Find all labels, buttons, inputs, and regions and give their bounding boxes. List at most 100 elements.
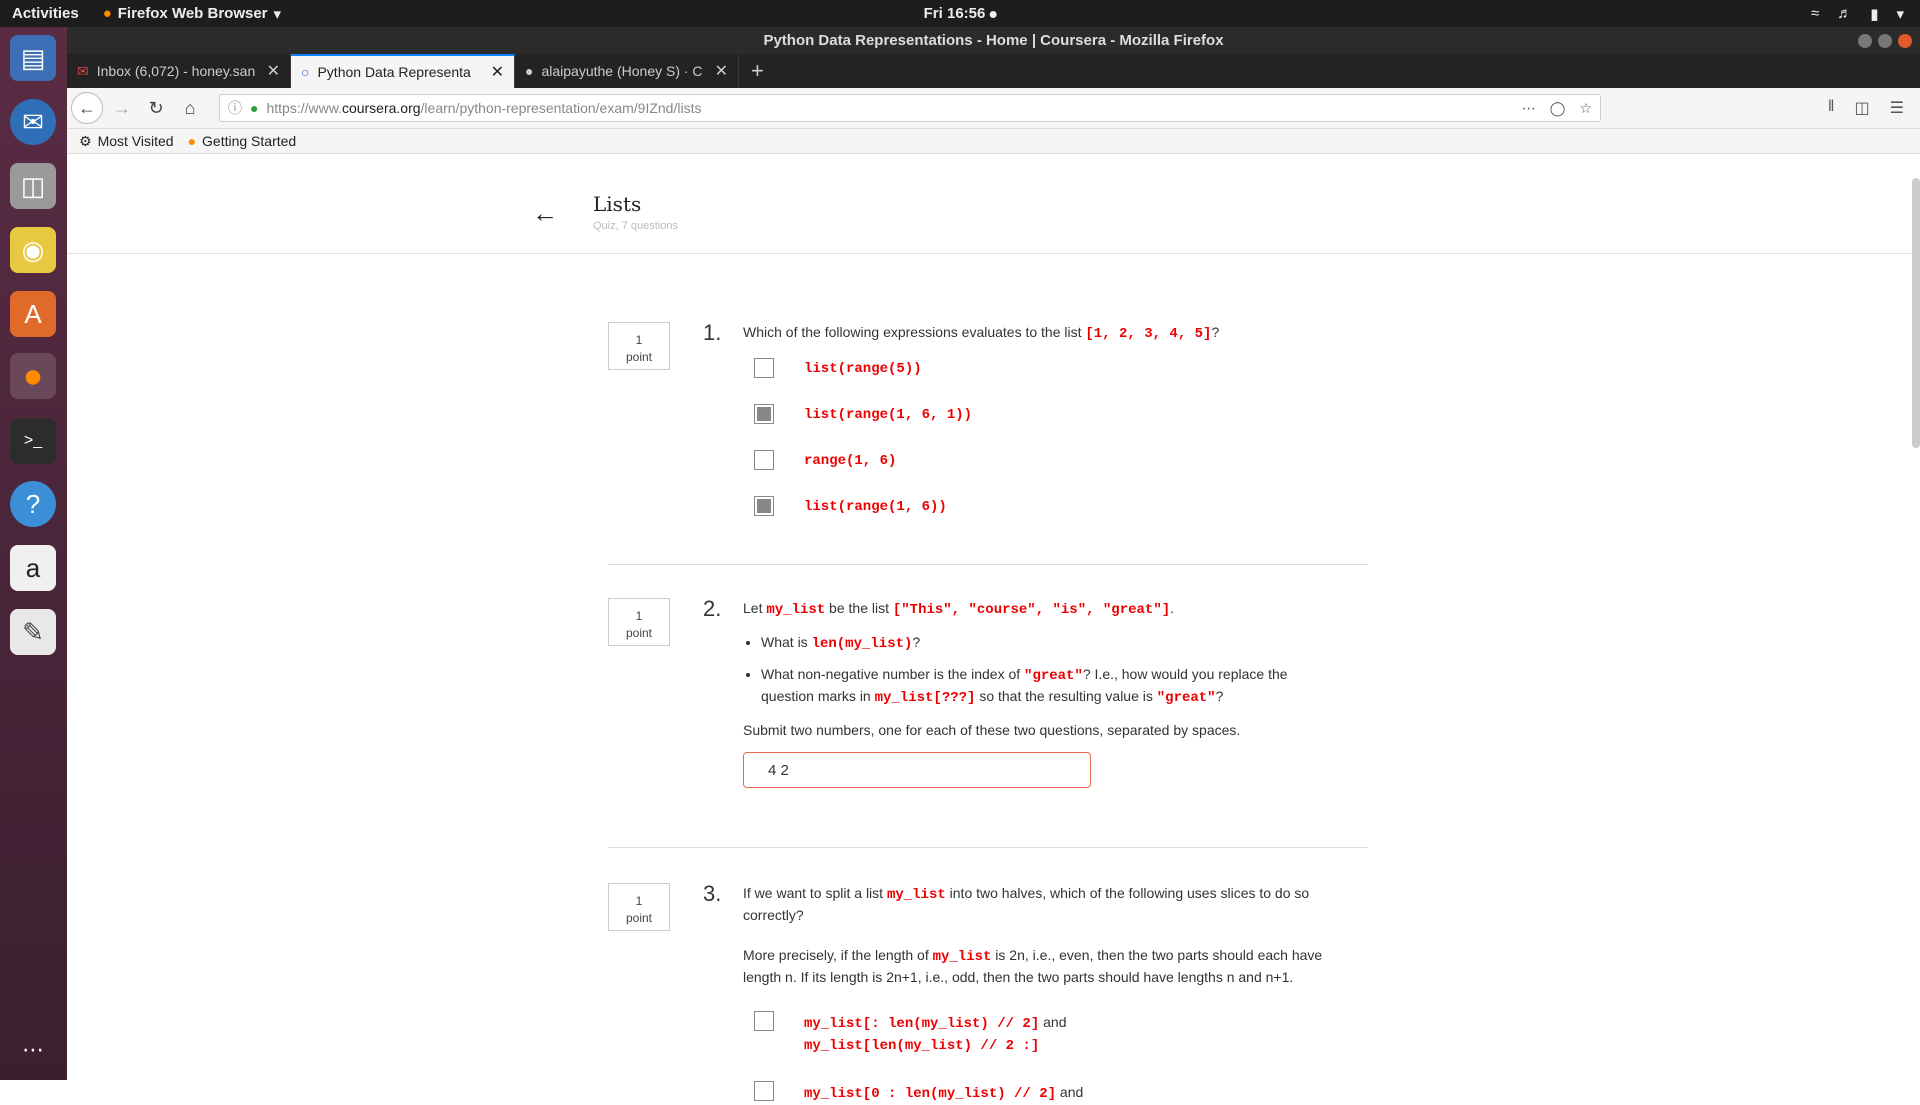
minimize-icon[interactable] (1858, 33, 1872, 48)
point-label: point (625, 911, 653, 925)
option-1[interactable]: my_list[: len(my_list) // 2] and my_list[… (743, 1011, 1323, 1057)
url-text[interactable]: https://www.coursera.org/learn/python-re… (266, 100, 1513, 116)
back-button[interactable]: ← (71, 92, 103, 124)
page-actions-icon[interactable]: ⋯ (1522, 100, 1536, 117)
checkbox[interactable] (754, 496, 774, 516)
url-prefix: https://www. (266, 100, 342, 116)
info-icon[interactable]: ⓘ (228, 98, 242, 118)
pocket-icon[interactable]: ◯ (1550, 100, 1566, 117)
text-part: Let (743, 600, 767, 616)
option-1[interactable]: list(range(5)) (743, 358, 1323, 380)
wifi-icon: ≈ (1810, 5, 1820, 22)
text-part: What is (761, 634, 812, 650)
url-domain: coursera.org (341, 100, 421, 116)
close-window-icon[interactable] (1898, 33, 1912, 48)
software-center-icon[interactable]: A (10, 291, 56, 337)
sidebar-icon[interactable]: ◫ (1855, 98, 1870, 118)
quiz-title: Lists (593, 192, 642, 216)
tab-label: Inbox (6,072) - honey.san (96, 63, 256, 79)
terminal-icon[interactable]: >_ (10, 418, 56, 464)
option-2[interactable]: list(range(1, 6, 1)) (743, 404, 1323, 426)
navigation-bar: ← → ↻ ⌂ ⓘ ● https://www.coursera.org/lea… (67, 88, 1920, 129)
checkbox[interactable] (754, 1081, 774, 1101)
checkbox[interactable] (754, 1011, 774, 1031)
code-part: my_list[0 : len(my_list) // 2] (804, 1086, 1057, 1102)
tab-label: Python Data Representa (317, 64, 471, 80)
question-text: Which of the following expressions evalu… (743, 322, 1323, 344)
window-titlebar: Python Data Representations - Home | Cou… (67, 27, 1920, 54)
option-4[interactable]: list(range(1, 6)) (743, 496, 1323, 518)
system-tray[interactable]: ≈ ♬ ▮ ▾ (1811, 5, 1904, 23)
clock[interactable]: Fri 16:56 (924, 5, 997, 22)
text-editor-icon[interactable]: ✎ (10, 609, 56, 655)
bookmark-most-visited[interactable]: ⚙ Most Visited (79, 133, 174, 150)
activities-button[interactable]: Activities (12, 5, 79, 22)
point-number: 1 (635, 333, 643, 347)
page-scrollbar[interactable] (1912, 178, 1920, 448)
volume-icon: ♬ (1837, 5, 1853, 22)
text-part: and (1039, 1014, 1067, 1030)
app-launcher: ▤ ✉ ◫ ◉ A ● >_ ? a ✎ ⋯ (0, 27, 67, 1080)
close-tab-icon[interactable]: ✕ (715, 61, 728, 81)
system-menu-caret-icon: ▾ (1896, 5, 1904, 23)
library-icon[interactable]: ‖ (1828, 98, 1835, 118)
sub-questions: What is len(my_list)? What non-negative … (743, 632, 1323, 708)
option-label: list(range(5)) (804, 361, 922, 377)
point-box: 1 point (608, 598, 670, 646)
checkbox[interactable] (754, 450, 774, 470)
code-part: my_list (886, 887, 946, 903)
tab-inbox[interactable]: ✉ Inbox (6,072) - honey.san ✕ (67, 54, 291, 88)
new-tab-button[interactable]: + (739, 54, 776, 88)
back-arrow-icon[interactable]: ← (532, 198, 558, 229)
point-label: point (625, 626, 653, 640)
forward-button[interactable]: → (107, 93, 137, 123)
clock-label: Fri 16:56 (923, 5, 986, 22)
question-text: If we want to split a list my_list into … (743, 883, 1323, 925)
show-applications-icon[interactable]: ⋯ (10, 1027, 56, 1073)
checkbox[interactable] (754, 358, 774, 378)
close-tab-icon[interactable]: ✕ (491, 62, 504, 82)
tab-github[interactable]: ● alaipayuthe (Honey S) · C ✕ (515, 54, 739, 88)
url-bar[interactable]: ⓘ ● https://www.coursera.org/learn/pytho… (219, 94, 1601, 122)
close-tab-icon[interactable]: ✕ (267, 61, 280, 81)
firefox-icon: ● (102, 5, 112, 22)
question-number: 3. (703, 881, 722, 906)
hamburger-menu-icon[interactable]: ☰ (1890, 98, 1904, 118)
amazon-icon[interactable]: a (10, 545, 56, 591)
files-icon[interactable]: ◫ (10, 163, 56, 209)
app-menu[interactable]: ● Firefox Web Browser ▾ (103, 5, 281, 23)
text-part: If we want to split a list (743, 885, 887, 901)
checkbox[interactable] (754, 404, 774, 424)
reload-button[interactable]: ↻ (141, 93, 171, 123)
thunderbird-icon[interactable]: ✉ (10, 99, 56, 145)
bookmark-getting-started[interactable]: ● Getting Started (188, 133, 297, 149)
help-icon[interactable]: ? (10, 481, 56, 527)
question-body: Which of the following expressions evalu… (743, 322, 1323, 518)
point-box: 1 point (608, 322, 670, 370)
page-content: ← Lists Quiz, 7 questions 1 point 1. Whic… (67, 178, 1920, 1102)
text-part: ? (912, 634, 921, 650)
option-3[interactable]: range(1, 6) (743, 450, 1323, 472)
maximize-icon[interactable] (1878, 33, 1892, 48)
caret-down-icon: ▾ (273, 5, 282, 23)
text-part: and (1056, 1084, 1084, 1100)
home-button[interactable]: ⌂ (175, 93, 205, 123)
firefox-launcher-icon[interactable]: ● (10, 353, 56, 399)
code-part: "great" (1156, 690, 1216, 706)
answer-input[interactable] (743, 752, 1091, 788)
option-label: my_list[0 : len(my_list) // 2] and (804, 1081, 1083, 1105)
code-part: my_list[???] (874, 690, 976, 706)
notification-dot-icon (989, 11, 997, 18)
tab-python-data[interactable]: ○ Python Data Representa ✕ (291, 54, 515, 88)
point-box: 1 point (608, 883, 670, 931)
option-2[interactable]: my_list[0 : len(my_list) // 2] and (743, 1081, 1323, 1105)
divider (608, 847, 1368, 848)
rhythmbox-icon[interactable]: ◉ (10, 227, 56, 273)
text-part: be the list (825, 600, 893, 616)
bookmark-star-icon[interactable]: ☆ (1579, 100, 1592, 117)
libreoffice-writer-icon[interactable]: ▤ (10, 35, 56, 81)
lock-icon: ● (250, 100, 259, 116)
point-number: 1 (635, 609, 643, 623)
quiz-subtitle: Quiz, 7 questions (593, 220, 678, 232)
bookmark-label: Most Visited (97, 133, 174, 149)
